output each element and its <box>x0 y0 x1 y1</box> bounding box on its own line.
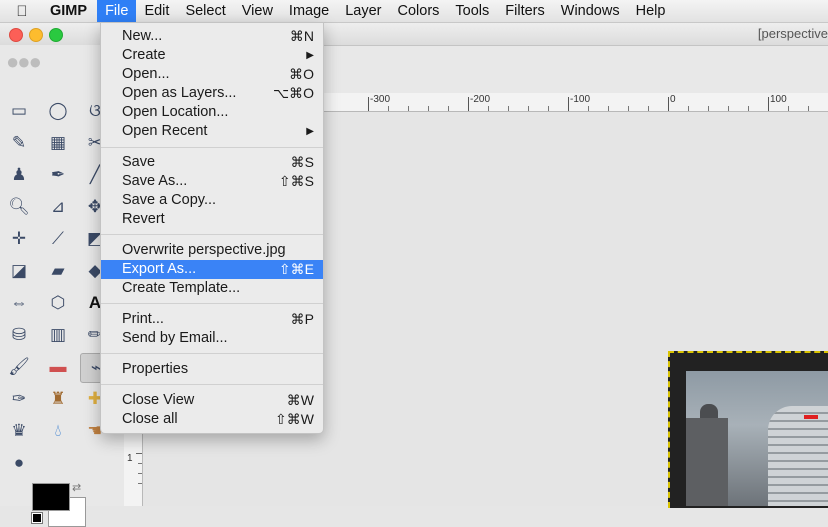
menu-help[interactable]: Help <box>628 0 674 22</box>
align-icon[interactable]: ✛ <box>4 225 34 253</box>
menu-item-open[interactable]: Open... ⌘O <box>101 65 323 84</box>
ellipse-select-icon[interactable]: ◯ <box>43 97 73 125</box>
ink-icon[interactable]: ✑ <box>4 385 34 413</box>
cage-icon[interactable]: ⬡ <box>43 289 73 317</box>
flip-icon[interactable]: ⇔ <box>4 289 34 317</box>
ruler-label: 100 <box>770 94 787 105</box>
foreground-color-swatch[interactable] <box>32 483 70 511</box>
menu-item-create[interactable]: Create ▶ <box>101 46 323 65</box>
menu-item-save-as[interactable]: Save As... ⇧⌘S <box>101 172 323 191</box>
zoom-icon[interactable]: 🔍︎ <box>4 193 34 221</box>
paths-icon[interactable]: ✒ <box>43 161 73 189</box>
reset-colors-icon[interactable] <box>31 512 43 524</box>
menu-tools[interactable]: Tools <box>447 0 497 22</box>
swap-colors-icon[interactable]: ⇄ <box>72 481 81 494</box>
ruler-label: -300 <box>370 94 391 105</box>
menu-filters[interactable]: Filters <box>497 0 552 22</box>
menu-item-open-as-layers[interactable]: Open as Layers... ⌥⌘O <box>101 84 323 103</box>
menu-separator <box>101 384 323 385</box>
menu-view[interactable]: View <box>234 0 281 22</box>
menu-item-close-view[interactable]: Close View ⌘W <box>101 391 323 410</box>
menu-item-new[interactable]: New... ⌘N <box>101 27 323 46</box>
menu-windows[interactable]: Windows <box>553 0 628 22</box>
gimp-logo-icon: ●●● <box>6 49 42 74</box>
ruler-label: -100 <box>570 94 591 105</box>
bucket-fill-icon[interactable]: ⛁ <box>4 321 34 349</box>
menu-select[interactable]: Select <box>177 0 233 22</box>
menu-item-save-a-copy[interactable]: Save a Copy... <box>101 191 323 210</box>
menu-image[interactable]: Image <box>281 0 337 22</box>
menu-item-export-as[interactable]: Export As... ⇧⌘E <box>101 260 323 279</box>
menu-file[interactable]: File <box>97 0 137 22</box>
fuzzy-select-icon[interactable]: ✎ <box>4 129 34 157</box>
menu-layer[interactable]: Layer <box>337 0 389 22</box>
menu-bar:  GIMP File Edit Select View Image Layer… <box>0 0 828 23</box>
paintbrush-icon[interactable]: 🖌︎ <box>4 353 34 381</box>
menu-separator <box>101 303 323 304</box>
menu-separator <box>101 353 323 354</box>
menu-edit[interactable]: Edit <box>136 0 177 22</box>
menu-separator <box>101 234 323 235</box>
menu-item-send-by-email[interactable]: Send by Email... <box>101 329 323 348</box>
file-menu-dropdown: New... ⌘N Create ▶ Open... ⌘O Open as La… <box>100 22 324 434</box>
color-select-icon[interactable]: ▦ <box>43 129 73 157</box>
toolbox: ●●● ▭ ◯ ଓ ✎ ▦ ✂ ♟ ✒ ╱ 🔍︎ ⊿ ✥ ✛ ⟋ ◩ ◪ ▰ ◆… <box>0 45 112 527</box>
crop-icon[interactable]: ⟋ <box>43 225 73 253</box>
menu-item-print[interactable]: Print... ⌘P <box>101 310 323 329</box>
clone-icon[interactable]: ♜ <box>43 385 73 413</box>
menu-item-overwrite[interactable]: Overwrite perspective.jpg <box>101 241 323 260</box>
zoom-window-button[interactable] <box>49 28 63 42</box>
menu-item-revert[interactable]: Revert <box>101 210 323 229</box>
menu-item-close-all[interactable]: Close all ⇧⌘W <box>101 410 323 429</box>
close-window-button[interactable] <box>9 28 23 42</box>
scale-icon[interactable]: ◪ <box>4 257 34 285</box>
menu-colors[interactable]: Colors <box>390 0 448 22</box>
menu-item-save[interactable]: Save ⌘S <box>101 153 323 172</box>
ruler-label: -200 <box>470 94 491 105</box>
dodge-burn-icon[interactable]: ● <box>4 449 34 477</box>
ruler-label: 1 <box>127 453 133 464</box>
shear-icon[interactable]: ▰ <box>43 257 73 285</box>
eraser-icon[interactable]: ▬ <box>43 353 73 381</box>
window-title: [perspective <box>757 26 828 41</box>
menu-app-gimp[interactable]: GIMP <box>44 0 97 22</box>
ruler-label: 0 <box>670 94 676 105</box>
blend-icon[interactable]: ▥ <box>43 321 73 349</box>
menu-item-open-recent[interactable]: Open Recent ▶ <box>101 122 323 141</box>
submenu-arrow-icon: ▶ <box>306 50 314 61</box>
foreground-select-icon[interactable]: ♟ <box>4 161 34 189</box>
menu-item-create-template[interactable]: Create Template... <box>101 279 323 298</box>
rect-select-icon[interactable]: ▭ <box>4 97 34 125</box>
menu-item-open-location[interactable]: Open Location... <box>101 103 323 122</box>
menu-separator <box>101 147 323 148</box>
blur-icon[interactable]: 💧︎ <box>43 417 73 445</box>
measure-icon[interactable]: ⊿ <box>43 193 73 221</box>
menu-item-properties[interactable]: Properties <box>101 360 323 379</box>
apple-icon[interactable]:  <box>0 3 44 20</box>
perspective-clone-icon[interactable]: ♛ <box>4 417 34 445</box>
image-photo[interactable] <box>686 371 828 506</box>
minimize-window-button[interactable] <box>29 28 43 42</box>
submenu-arrow-icon: ▶ <box>306 126 314 137</box>
